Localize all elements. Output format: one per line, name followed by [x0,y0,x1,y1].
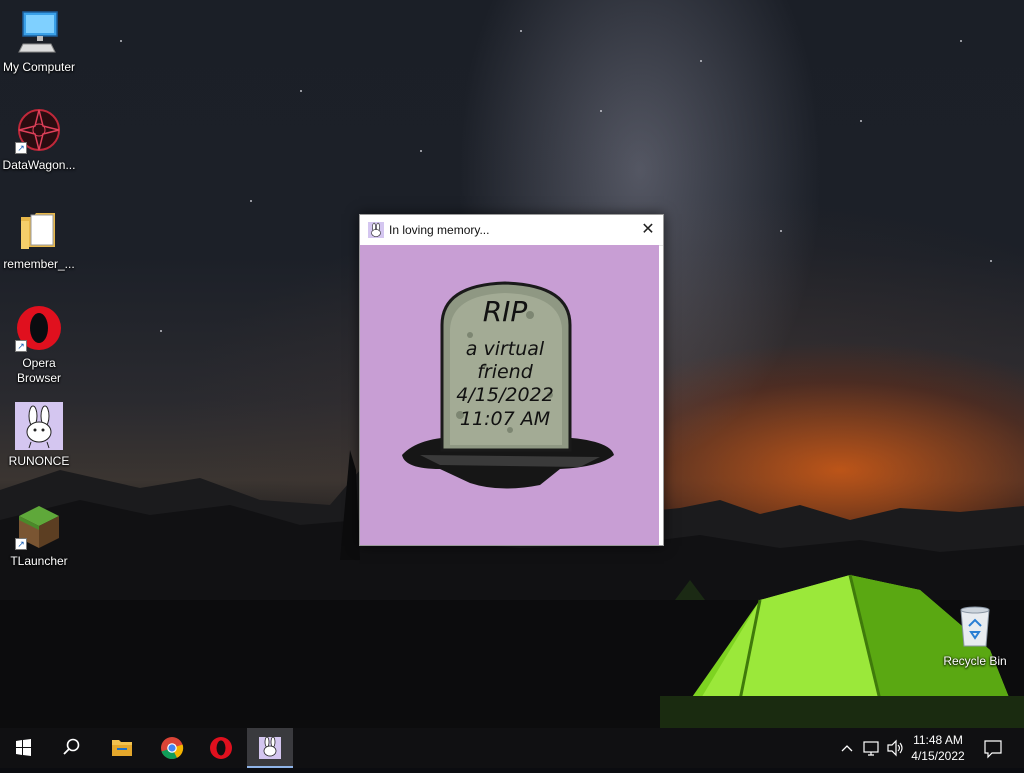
desktop-icon-label: remember_... [3,257,75,271]
desktop-icon-label: Recycle Bin [943,654,1007,668]
show-hidden-icons-button[interactable] [836,728,858,768]
start-button[interactable] [0,728,46,768]
bunny-app-icon [259,736,281,759]
speaker-icon [887,739,903,757]
taskbar-file-explorer[interactable] [99,728,145,768]
recycle-bin-icon [951,602,999,650]
chrome-icon [161,737,184,760]
clock-date: 4/15/2022 [911,749,965,763]
shortcut-arrow-icon: ↗ [15,142,27,154]
network-icon [863,741,879,756]
desktop-icon-datawagon[interactable]: ↗ DataWagon... [0,106,78,173]
volume-button[interactable] [884,728,906,768]
minecraft-grass-block-icon: ↗ [15,502,63,550]
chevron-up-icon [841,745,853,752]
desktop-icon-remember-folder[interactable]: remember_... [0,205,78,272]
desktop-icon-recycle-bin[interactable]: Recycle Bin [936,602,1014,669]
memorial-window: In loving memory... ✕ RIP a virtual frie… [359,214,664,546]
tombstone-image: RIP a virtual friend 4/15/2022 11:07 AM [402,281,614,489]
taskbar-memorial-app[interactable] [247,728,293,768]
opera-icon [210,737,232,759]
desktop-icon-my-computer[interactable]: My Computer [0,8,78,75]
taskbar-opera[interactable] [198,728,244,768]
search-button[interactable] [48,728,94,768]
tombstone-time: 11:07 AM [460,408,550,430]
taskbar: 11:48 AM 4/15/2022 [0,728,1024,768]
datawagon-logo-icon: ↗ [15,106,63,154]
file-explorer-icon [112,740,132,756]
shortcut-arrow-icon: ↗ [15,340,27,352]
bunny-app-icon [368,222,384,238]
desktop-icon-label: RUNONCE [8,454,70,468]
close-button[interactable]: ✕ [633,215,663,245]
desktop-icon-label: TLauncher [10,554,68,568]
window-content: RIP a virtual friend 4/15/2022 11:07 AM [360,245,659,545]
shortcut-arrow-icon: ↗ [15,538,27,550]
tombstone-line: friend [477,361,534,383]
opera-icon: ↗ [15,304,63,352]
desktop-icon-opera-browser[interactable]: ↗ Opera Browser [0,304,78,386]
taskbar-chrome[interactable] [149,728,195,768]
bunny-icon [15,402,63,450]
folder-icon [15,205,63,253]
search-icon [63,738,80,755]
windows-start-icon [16,739,31,756]
desktop-icon-label: Opera Browser [16,356,61,385]
window-title: In loving memory... [389,223,490,237]
tombstone-rip-text: RIP [483,295,528,328]
window-titlebar[interactable]: In loving memory... ✕ [360,215,663,246]
clock-time: 11:48 AM [913,733,963,747]
tombstone-line: a virtual [466,338,545,360]
desktop-icon-label: My Computer [2,60,76,74]
desktop-icon-label: DataWagon... [2,158,76,172]
computer-icon [15,8,63,56]
tombstone-date: 4/15/2022 [456,384,553,406]
system-clock[interactable]: 11:48 AM 4/15/2022 [905,732,971,764]
desktop-icon-runonce[interactable]: RUNONCE [0,402,78,469]
notification-center-icon [984,740,1002,759]
network-status-button[interactable] [860,728,884,768]
notifications-button[interactable] [978,728,1008,768]
desktop-icon-tlauncher[interactable]: ↗ TLauncher [0,502,78,569]
